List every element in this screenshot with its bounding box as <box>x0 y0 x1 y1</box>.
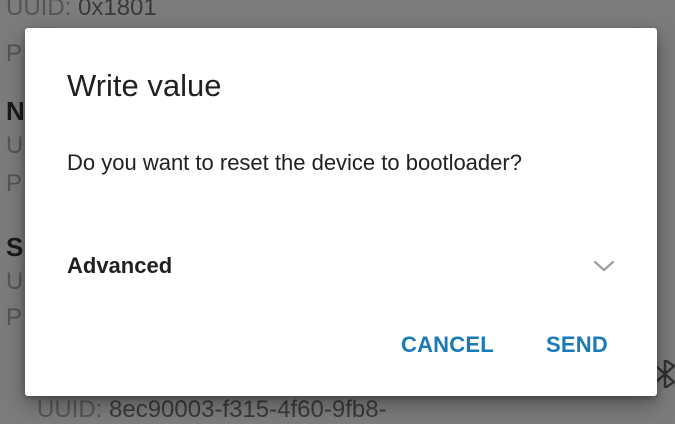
background-fragment-p2: P <box>6 170 23 197</box>
background-uuid-top-label: UUID: <box>6 0 72 21</box>
background-fragment-p3: P <box>6 304 23 331</box>
background-fragment-p1: P <box>6 40 23 67</box>
background-fragment-n: N <box>6 96 25 126</box>
background-uuid-top-value: 0x1801 <box>78 0 157 21</box>
background-fragment-u1: U <box>6 132 24 159</box>
background-uuid-bottom: UUID: 8ec90003-f315-4f60-9fb8- <box>37 396 387 424</box>
chevron-down-icon <box>593 260 615 272</box>
advanced-expander[interactable]: Advanced <box>67 246 615 286</box>
background-fragment-u2: U <box>6 268 24 295</box>
advanced-label: Advanced <box>67 253 173 278</box>
background-uuid-top: UUID: 0x1801 <box>6 0 157 22</box>
background-uuid-bottom-label: UUID: <box>37 396 103 423</box>
dialog-title: Write value <box>67 68 222 103</box>
background-fragment-s: S <box>6 232 24 262</box>
cancel-button[interactable]: CANCEL <box>401 326 494 364</box>
write-value-dialog: Write value Do you want to reset the dev… <box>25 28 657 396</box>
dialog-message: Do you want to reset the device to bootl… <box>67 150 522 175</box>
background-uuid-bottom-value: 8ec90003-f315-4f60-9fb8- <box>109 396 387 423</box>
send-button[interactable]: SEND <box>546 326 608 364</box>
